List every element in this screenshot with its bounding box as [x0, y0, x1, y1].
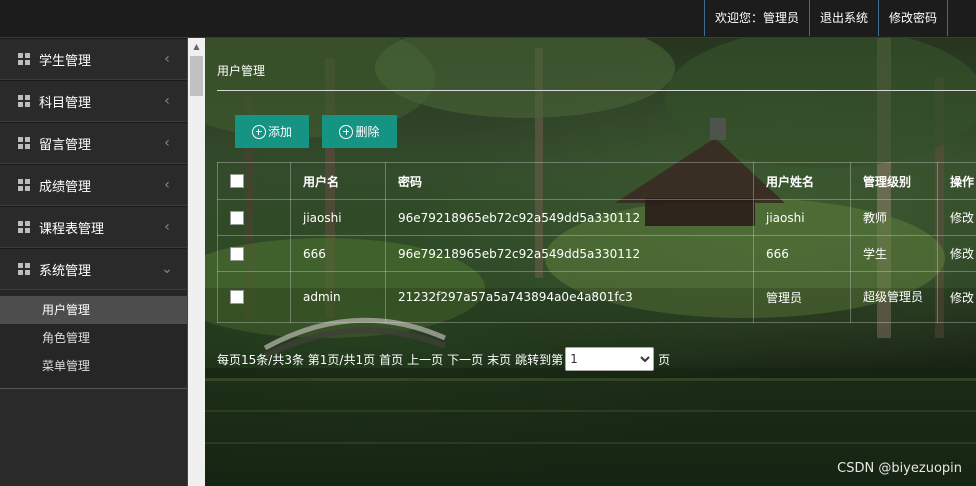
row-checkbox[interactable] [230, 246, 244, 261]
cell-username: admin [290, 271, 386, 323]
cell-name: jiaoshi [753, 199, 851, 236]
main-content: 用户管理 添加 删除 用户名 密码 用户姓名 管理级别 操作 jiaoshi 9… [205, 38, 976, 486]
chevron-left-icon: ‹ [164, 219, 170, 235]
header-select-all[interactable] [217, 162, 291, 200]
content-panel: 用户管理 添加 删除 用户名 密码 用户姓名 管理级别 操作 jiaoshi 9… [205, 38, 976, 486]
select-all-checkbox[interactable] [230, 174, 244, 189]
sidebar-item-subject[interactable]: 科目管理 ‹ [0, 80, 187, 122]
page-suffix-label: 页 [658, 352, 671, 367]
system-submenu: 用户管理 角色管理 菜单管理 [0, 290, 187, 389]
header-level: 管理级别 [850, 162, 938, 200]
edit-link[interactable]: 修改 [937, 235, 976, 272]
grid-icon [18, 95, 30, 107]
change-password-link[interactable]: 修改密码 [877, 0, 948, 36]
user-table: 用户名 密码 用户姓名 管理级别 操作 jiaoshi 96e79218965e… [217, 162, 976, 323]
header-password: 密码 [385, 162, 754, 200]
pagination-summary: 每页15条/共3条 第1页/共1页 [217, 352, 376, 367]
grid-icon [18, 137, 30, 149]
submenu-item-menu-management[interactable]: 菜单管理 [0, 352, 187, 380]
table-row: jiaoshi 96e79218965eb72c92a549dd5a330112… [217, 199, 976, 236]
chevron-down-icon: ⌄ [161, 261, 173, 277]
grid-icon [18, 179, 30, 191]
sidebar-item-grades[interactable]: 成绩管理 ‹ [0, 164, 187, 206]
cell-password: 21232f297a57a5a743894a0e4a801fc3 [385, 271, 754, 323]
table-row: admin 21232f297a57a5a743894a0e4a801fc3 管… [217, 271, 976, 323]
delete-button[interactable]: 删除 [322, 115, 397, 148]
sidebar-item-label: 留言管理 [39, 137, 92, 153]
chevron-left-icon: ‹ [164, 93, 170, 109]
sidebar-item-label: 课程表管理 [39, 221, 105, 237]
sidebar: 学生管理 ‹ 科目管理 ‹ 留言管理 ‹ 成绩管理 ‹ 课程表管理 ‹ 系统管理… [0, 38, 188, 486]
plus-circle-icon [251, 124, 266, 139]
jump-to-label: 跳转到第 [515, 352, 564, 367]
cell-username: jiaoshi [290, 199, 386, 236]
row-select[interactable] [217, 199, 291, 236]
row-select[interactable] [217, 271, 291, 323]
chevron-left-icon: ‹ [164, 177, 170, 193]
cell-password: 96e79218965eb72c92a549dd5a330112 [385, 199, 754, 236]
sidebar-item-label: 学生管理 [39, 53, 92, 69]
sidebar-item-label: 科目管理 [39, 95, 92, 111]
watermark-text: CSDN @biyezuopin [837, 461, 962, 476]
last-page-link[interactable]: 末页 [487, 351, 511, 368]
page-title: 用户管理 [217, 64, 266, 78]
grid-icon [18, 53, 30, 65]
pagination: 每页15条/共3条 第1页/共1页 首页 上一页 下一页 末页 跳转到第 1 页 [217, 347, 674, 371]
cell-name: 管理员 [753, 271, 851, 323]
sidebar-scrollbar[interactable]: ▲ [188, 38, 205, 486]
scroll-up-icon[interactable]: ▲ [188, 38, 205, 55]
logout-link[interactable]: 退出系统 [808, 0, 878, 36]
first-page-link[interactable]: 首页 [379, 351, 403, 368]
cell-level: 学生 [850, 235, 938, 272]
plus-circle-icon [339, 124, 354, 139]
top-nav: 欢迎您：管理员 退出系统 修改密码 [703, 0, 948, 37]
top-bar: 欢迎您：管理员 退出系统 修改密码 [0, 0, 976, 38]
prev-page-link[interactable]: 上一页 [407, 351, 443, 368]
cell-username: 666 [290, 235, 386, 272]
chevron-left-icon: ‹ [164, 135, 170, 151]
sidebar-item-student[interactable]: 学生管理 ‹ [0, 38, 187, 80]
add-button[interactable]: 添加 [235, 115, 309, 148]
chevron-left-icon: ‹ [164, 51, 170, 67]
next-page-link[interactable]: 下一页 [447, 351, 483, 368]
edit-link[interactable]: 修改 [937, 271, 976, 323]
grid-icon [18, 221, 30, 233]
grid-icon [18, 263, 30, 275]
cell-level: 超级管理员 [850, 271, 938, 323]
sidebar-item-system[interactable]: 系统管理 ⌄ [0, 248, 187, 290]
edit-link[interactable]: 修改 [937, 199, 976, 236]
row-checkbox[interactable] [230, 290, 244, 305]
cell-password: 96e79218965eb72c92a549dd5a330112 [385, 235, 754, 272]
sidebar-menu: 学生管理 ‹ 科目管理 ‹ 留言管理 ‹ 成绩管理 ‹ 课程表管理 ‹ 系统管理… [0, 38, 187, 290]
cell-name: 666 [753, 235, 851, 272]
welcome-text: 欢迎您：管理员 [703, 0, 809, 36]
row-checkbox[interactable] [230, 210, 244, 225]
add-button-label: 添加 [267, 125, 292, 139]
delete-button-label: 删除 [355, 125, 380, 139]
header-action: 操作 [937, 162, 976, 200]
sidebar-item-schedule[interactable]: 课程表管理 ‹ [0, 206, 187, 248]
table-row: 666 96e79218965eb72c92a549dd5a330112 666… [217, 235, 976, 272]
header-username: 用户名 [290, 162, 386, 200]
submenu-item-role-management[interactable]: 角色管理 [0, 324, 187, 352]
sidebar-item-label: 成绩管理 [39, 179, 92, 195]
table-header-row: 用户名 密码 用户姓名 管理级别 操作 [217, 162, 976, 200]
scrollbar-thumb[interactable] [190, 56, 203, 96]
cell-level: 教师 [850, 199, 938, 236]
header-name: 用户姓名 [753, 162, 851, 200]
sidebar-item-label: 系统管理 [39, 263, 92, 279]
sidebar-item-message[interactable]: 留言管理 ‹ [0, 122, 187, 164]
row-select[interactable] [217, 235, 291, 272]
submenu-item-user-management[interactable]: 用户管理 [0, 296, 187, 324]
page-select[interactable]: 1 [565, 347, 655, 371]
title-divider [217, 90, 976, 91]
